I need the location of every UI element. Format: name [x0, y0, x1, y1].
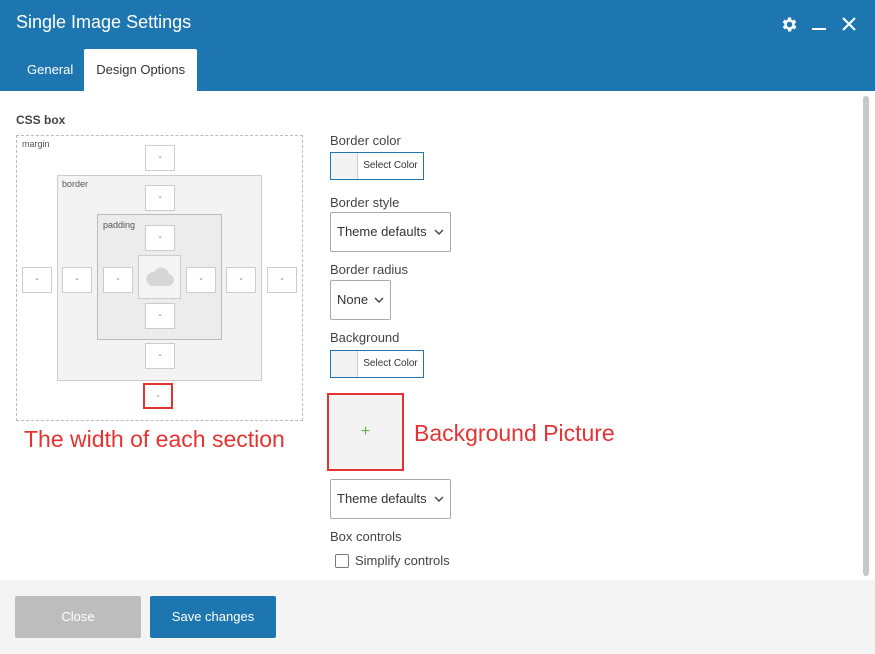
- background-color-button-label: Select Color: [363, 358, 418, 369]
- border-style-value: Theme defaults: [337, 224, 427, 239]
- background-color-swatch: [331, 351, 358, 377]
- tab-design-options[interactable]: Design Options: [84, 49, 198, 91]
- width-annotation: The width of each section: [24, 426, 285, 452]
- tab-bar: General Design Options: [16, 49, 198, 91]
- padding-right-input[interactable]: -: [186, 267, 216, 293]
- padding-left-input[interactable]: -: [103, 267, 133, 293]
- margin-top-input[interactable]: -: [145, 145, 175, 171]
- simplify-controls-label: Simplify controls: [355, 553, 450, 568]
- border-color-swatch: [331, 153, 358, 179]
- scrollbar[interactable]: [863, 96, 869, 576]
- background-label: Background: [330, 330, 400, 345]
- border-bottom-input[interactable]: -: [145, 343, 175, 369]
- background-picture-annotation: Background Picture: [414, 420, 615, 446]
- plus-icon: +: [360, 423, 371, 440]
- margin-right-input[interactable]: -: [267, 267, 297, 293]
- padding-bottom-input[interactable]: -: [145, 303, 175, 329]
- box-controls-label: Box controls: [330, 529, 402, 544]
- border-radius-select[interactable]: None: [330, 280, 391, 320]
- border-color-label: Border color: [330, 133, 401, 148]
- border-color-button-label: Select Color: [363, 160, 418, 171]
- border-radius-value: None: [337, 292, 369, 307]
- border-radius-label: Border radius: [330, 262, 409, 277]
- border-top-input[interactable]: -: [145, 185, 175, 211]
- chevron-down-icon: [374, 297, 384, 303]
- margin-left-input[interactable]: -: [22, 267, 52, 293]
- tab-general[interactable]: General: [16, 49, 84, 91]
- border-style-select[interactable]: Theme defaults: [330, 212, 451, 252]
- header-controls: [779, 14, 859, 34]
- simplify-controls-row: Simplify controls: [335, 553, 450, 568]
- margin-bottom-input[interactable]: -: [143, 383, 173, 409]
- border-color-picker[interactable]: Select Color: [330, 152, 424, 180]
- window-title: Single Image Settings: [16, 12, 192, 32]
- close-button[interactable]: Close: [15, 596, 141, 638]
- modal-header: Single Image Settings General Design Opt…: [0, 0, 875, 91]
- simplify-controls-checkbox[interactable]: [335, 553, 349, 568]
- background-image-add-button[interactable]: +: [327, 393, 404, 471]
- border-left-input[interactable]: -: [62, 267, 92, 293]
- css-box-label: CSS box: [16, 113, 66, 127]
- cloud-icon: [145, 267, 174, 286]
- save-changes-button[interactable]: Save changes: [150, 596, 276, 638]
- background-color-picker[interactable]: Select Color: [330, 350, 424, 378]
- minimize-icon[interactable]: [809, 14, 829, 34]
- content-box: [138, 255, 181, 299]
- border-right-input[interactable]: -: [226, 267, 256, 293]
- padding-label: padding: [103, 220, 136, 230]
- close-icon[interactable]: [839, 14, 859, 34]
- chevron-down-icon: [434, 496, 444, 502]
- background-style-value: Theme defaults: [337, 491, 427, 506]
- border-label: border: [62, 179, 89, 189]
- padding-top-input[interactable]: -: [145, 225, 175, 251]
- background-style-select[interactable]: Theme defaults: [330, 479, 451, 519]
- chevron-down-icon: [434, 229, 444, 235]
- gear-icon[interactable]: [779, 14, 799, 34]
- margin-label: margin: [22, 139, 50, 149]
- border-style-label: Border style: [330, 195, 400, 210]
